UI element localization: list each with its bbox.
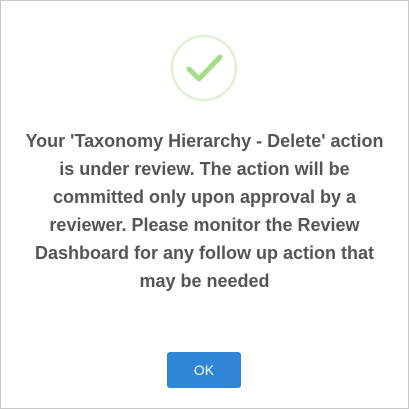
ok-button[interactable]: OK <box>167 352 241 388</box>
dialog-message: Your 'Taxonomy Hierarchy - Delete' actio… <box>25 131 384 291</box>
success-check-icon <box>170 34 238 102</box>
review-notice-dialog: Your 'Taxonomy Hierarchy - Delete' actio… <box>0 0 409 409</box>
